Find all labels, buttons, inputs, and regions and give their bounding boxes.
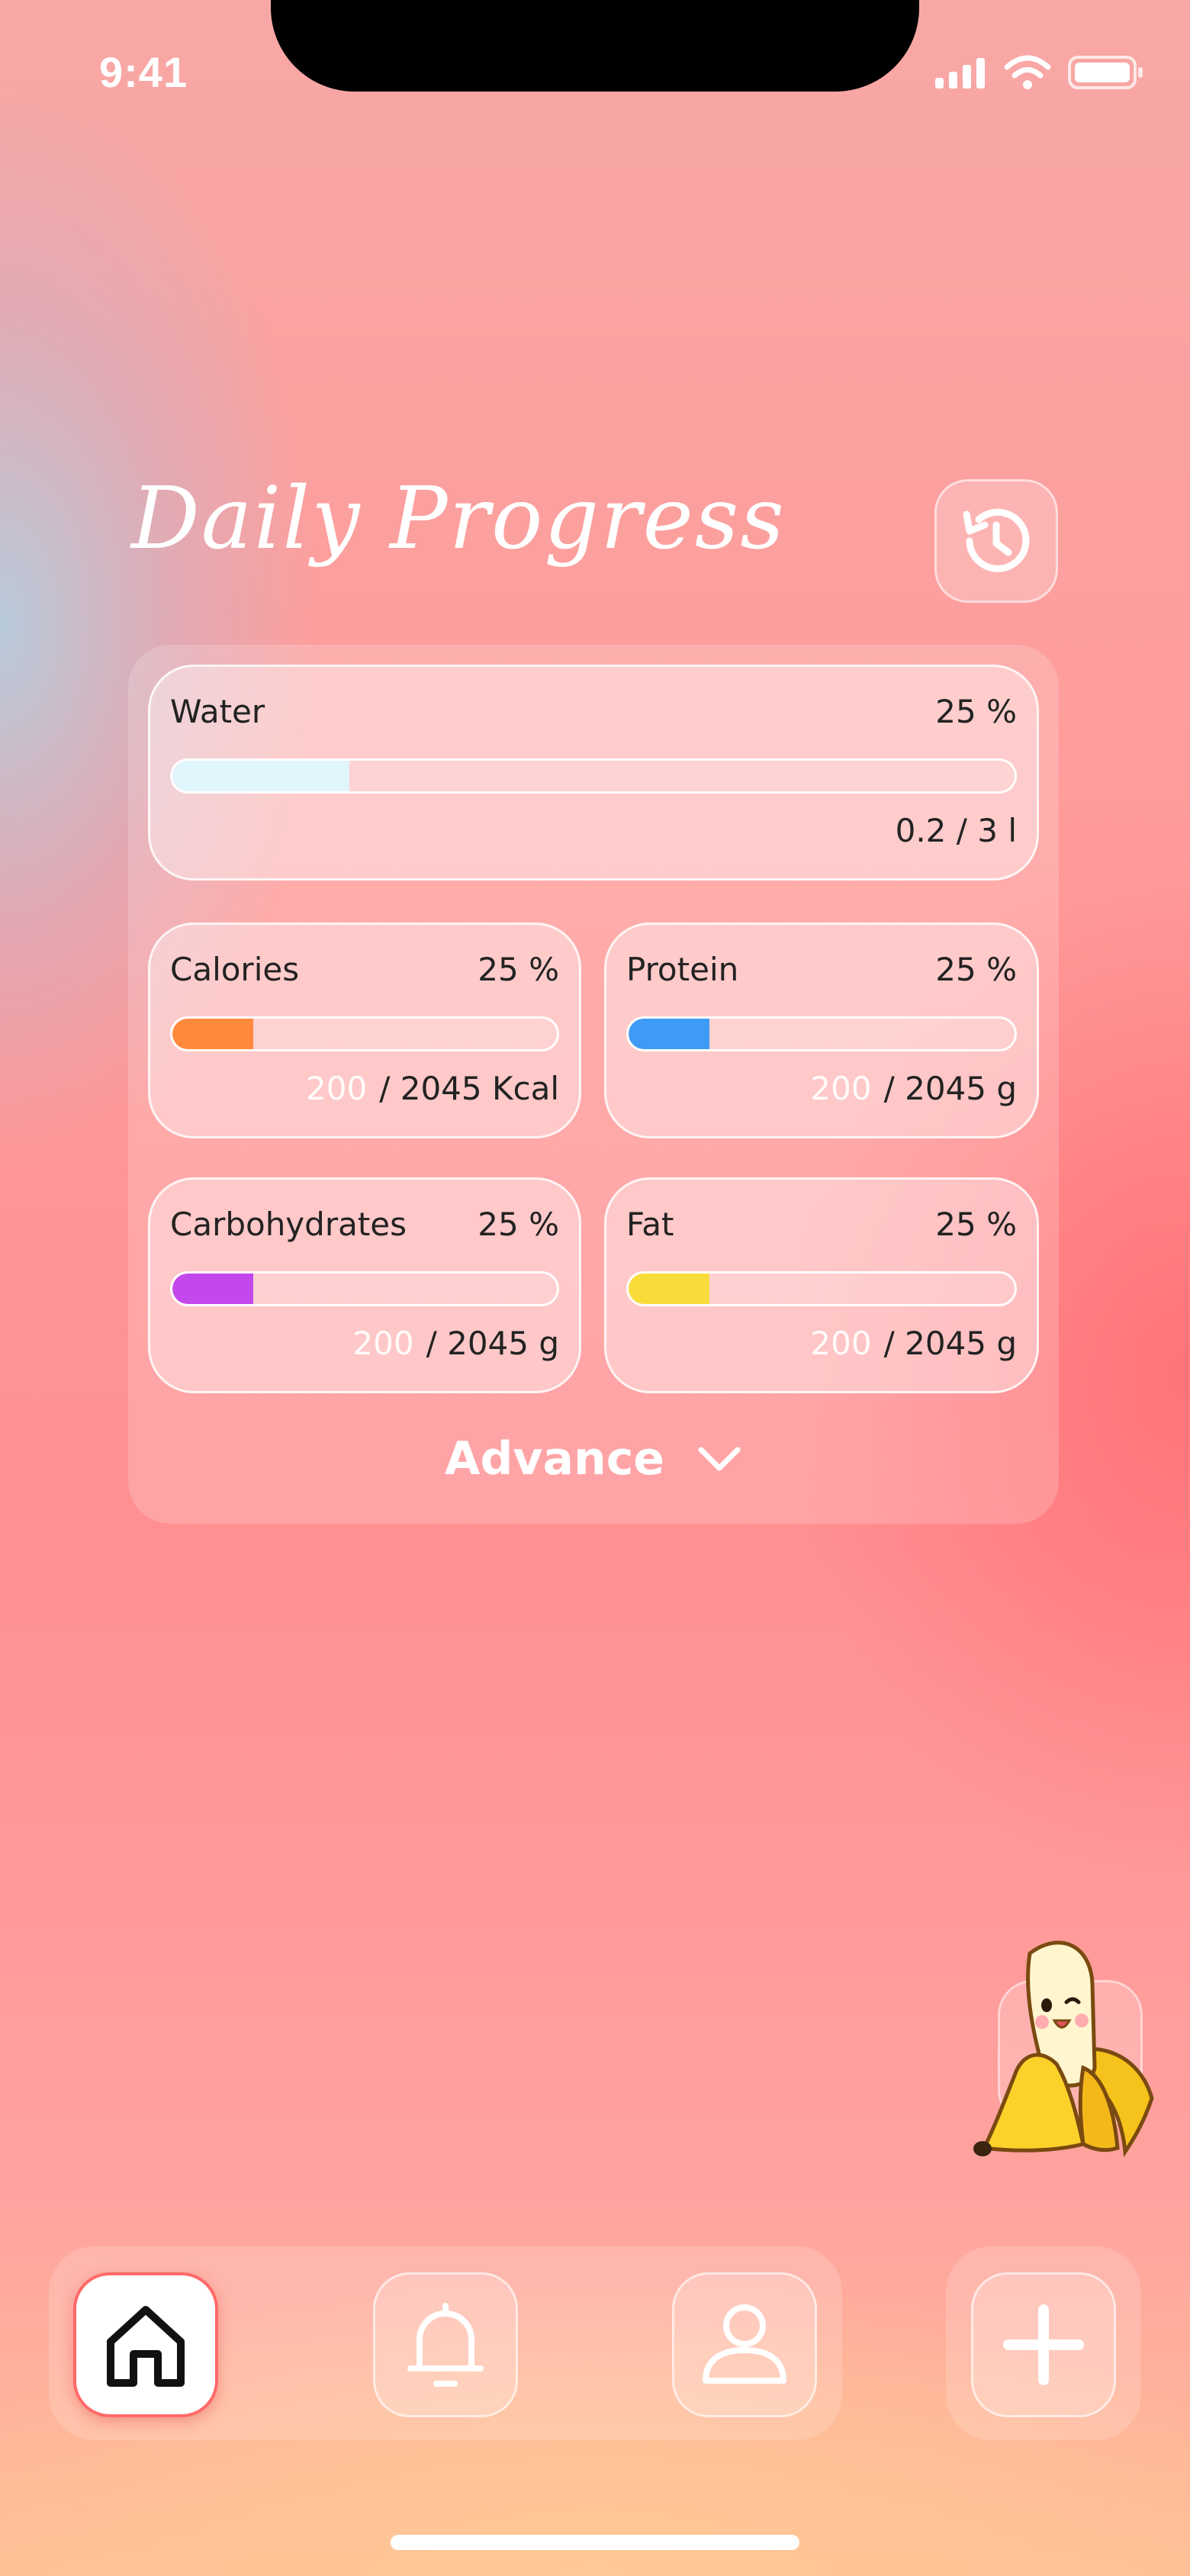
- protein-progress-bar: [626, 1016, 1017, 1051]
- daily-progress-panel: Water 25 % 0.2 / 3 l Calories 25 % 200 /…: [128, 645, 1059, 1524]
- calories-progress-fill: [172, 1019, 253, 1049]
- status-time: 9:41: [99, 48, 188, 96]
- calories-percent: 25 %: [478, 951, 559, 988]
- history-icon: [963, 508, 1030, 572]
- advance-label: Advance: [445, 1432, 664, 1486]
- fat-amount: 200 / 2045 g: [810, 1325, 1017, 1362]
- device-notch: [271, 0, 919, 92]
- add-button[interactable]: [971, 2272, 1116, 2417]
- carbohydrates-percent: 25 %: [478, 1206, 559, 1243]
- fat-progress-fill: [629, 1274, 710, 1304]
- cellular-signal-icon: [935, 58, 985, 89]
- calories-progress-bar: [170, 1016, 559, 1051]
- carbohydrates-card[interactable]: Carbohydrates 25 % 200 / 2045 g: [148, 1177, 581, 1393]
- fat-current: 200: [810, 1325, 872, 1362]
- user-icon: [703, 2304, 786, 2384]
- water-card[interactable]: Water 25 % 0.2 / 3 l: [148, 665, 1039, 881]
- banana-mascot-icon[interactable]: [969, 1923, 1167, 2167]
- nav-notifications-button[interactable]: [373, 2272, 518, 2417]
- wifi-icon: [1004, 55, 1051, 89]
- fat-percent: 25 %: [935, 1206, 1017, 1243]
- protein-current: 200: [810, 1070, 872, 1107]
- water-amount: 0.2 / 3 l: [896, 812, 1017, 849]
- page-title: Daily Progress: [131, 469, 786, 568]
- water-amount-text: 0.2 / 3 l: [895, 812, 1017, 849]
- calories-total: / 2045 Kcal: [379, 1070, 559, 1107]
- water-progress-fill: [172, 761, 349, 791]
- protein-total: / 2045 g: [883, 1070, 1017, 1107]
- carbohydrates-current: 200: [352, 1325, 414, 1362]
- calories-card[interactable]: Calories 25 % 200 / 2045 Kcal: [148, 923, 581, 1138]
- water-label: Water: [170, 693, 265, 730]
- carbohydrates-progress-fill: [172, 1274, 253, 1304]
- bell-icon: [407, 2303, 484, 2387]
- calories-amount: 200 / 2045 Kcal: [306, 1070, 559, 1107]
- status-icons: [934, 55, 1144, 90]
- plus-icon: [1003, 2304, 1084, 2385]
- battery-icon: [1068, 56, 1143, 89]
- home-icon: [107, 2306, 185, 2387]
- protein-progress-fill: [629, 1019, 710, 1049]
- nav-profile-button[interactable]: [672, 2272, 817, 2417]
- carbohydrates-label: Carbohydrates: [170, 1206, 407, 1243]
- chevron-down-icon: [698, 1447, 741, 1471]
- calories-current: 200: [306, 1070, 368, 1107]
- calories-label: Calories: [170, 951, 300, 988]
- fat-label: Fat: [626, 1206, 674, 1243]
- protein-card[interactable]: Protein 25 % 200 / 2045 g: [604, 923, 1039, 1138]
- fat-total: / 2045 g: [883, 1325, 1017, 1362]
- carbohydrates-amount: 200 / 2045 g: [352, 1325, 559, 1362]
- water-progress-bar: [170, 758, 1017, 794]
- fat-card[interactable]: Fat 25 % 200 / 2045 g: [604, 1177, 1039, 1393]
- carbohydrates-progress-bar: [170, 1271, 559, 1306]
- protein-percent: 25 %: [935, 951, 1017, 988]
- fat-progress-bar: [626, 1271, 1017, 1306]
- home-indicator: [391, 2535, 799, 2550]
- history-button[interactable]: [934, 479, 1058, 603]
- water-percent: 25 %: [935, 693, 1017, 730]
- protein-label: Protein: [626, 951, 739, 988]
- advance-toggle[interactable]: Advance: [128, 1432, 1059, 1486]
- nav-home-button[interactable]: [73, 2272, 218, 2417]
- protein-amount: 200 / 2045 g: [810, 1070, 1017, 1107]
- carbohydrates-total: / 2045 g: [426, 1325, 559, 1362]
